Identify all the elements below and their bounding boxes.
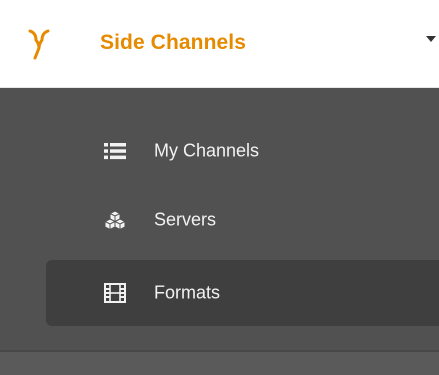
fork-icon	[28, 29, 50, 60]
sidebar-item-label: Formats	[154, 282, 221, 303]
sidebar: Side Channels My Channels Servers Format…	[0, 0, 439, 375]
cubes-icon	[104, 210, 126, 230]
sidebar-header[interactable]: Side Channels	[0, 0, 439, 88]
caret-down-icon[interactable]	[426, 36, 436, 42]
app-title: Side Channels	[100, 31, 247, 54]
list-icon	[104, 143, 126, 160]
sidebar-footer	[0, 350, 439, 375]
sidebar-item-label: My Channels	[154, 140, 260, 161]
film-icon	[104, 283, 126, 303]
sidebar-item-formats[interactable]: Formats	[46, 260, 439, 326]
sidebar-item-servers[interactable]: Servers	[46, 187, 439, 253]
sidebar-item-my-channels[interactable]: My Channels	[46, 118, 439, 184]
sidebar-item-label: Servers	[154, 209, 217, 230]
sidebar-nav: My Channels Servers Formats	[0, 88, 439, 350]
